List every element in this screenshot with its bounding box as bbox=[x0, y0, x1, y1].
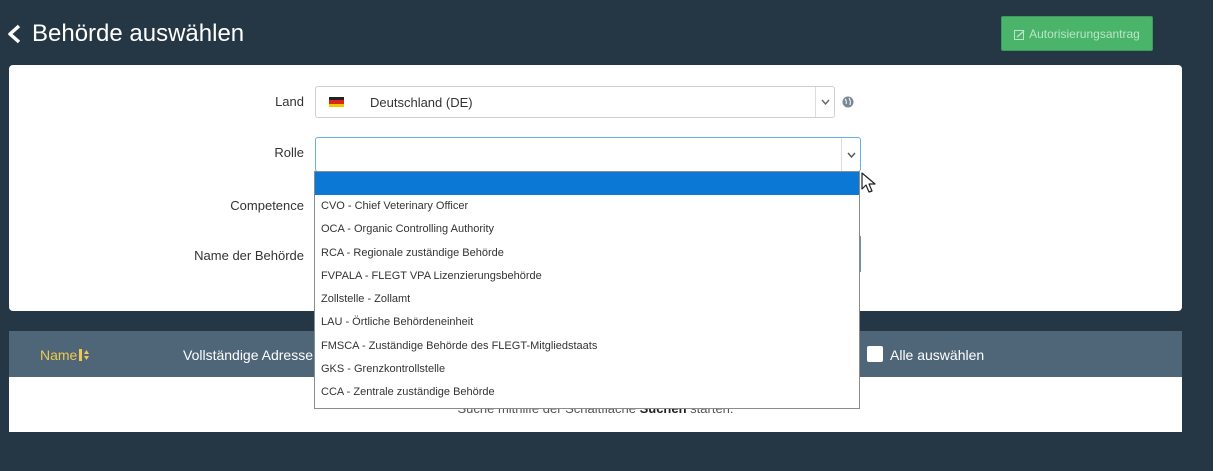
chevron-down-icon bbox=[846, 152, 856, 158]
mouse-pointer-icon bbox=[861, 172, 876, 193]
authorization-request-button[interactable]: Autorisierungsantrag bbox=[1001, 16, 1153, 51]
land-select-caret[interactable] bbox=[815, 87, 834, 117]
globe-icon[interactable] bbox=[842, 96, 854, 108]
name-column-label: Name bbox=[40, 347, 78, 363]
dropdown-option[interactable]: Zollstelle - Zollamt bbox=[315, 288, 859, 311]
dropdown-option[interactable]: CCA - Zentrale zuständige Behörde bbox=[315, 381, 859, 404]
dropdown-option[interactable] bbox=[315, 172, 859, 195]
sort-icon[interactable] bbox=[79, 348, 90, 362]
document-edit-icon bbox=[1014, 29, 1025, 40]
rolle-select[interactable] bbox=[315, 137, 861, 172]
select-all-label[interactable]: Alle auswählen bbox=[890, 347, 984, 363]
name-column-header[interactable]: Name bbox=[40, 347, 90, 363]
chevron-down-icon bbox=[820, 99, 830, 105]
germany-flag-icon bbox=[329, 97, 344, 107]
dropdown-option[interactable]: CVO - Chief Veterinary Officer bbox=[315, 195, 859, 218]
competence-label: Competence bbox=[230, 198, 304, 213]
dropdown-option[interactable]: OCA - Organic Controlling Authority bbox=[315, 218, 859, 241]
land-label: Land bbox=[275, 94, 304, 109]
dropdown-option[interactable]: RCA - Regionale zuständige Behörde bbox=[315, 242, 859, 265]
dropdown-option[interactable]: LAU - Örtliche Behördeneinheit bbox=[315, 311, 859, 334]
address-column-header[interactable]: Vollständige Adresse bbox=[183, 347, 313, 363]
app-frame: Behörde auswählen Autorisierungsantrag L… bbox=[0, 0, 1213, 471]
rolle-select-caret[interactable] bbox=[841, 138, 860, 171]
dropdown-option[interactable]: GKS - Grenzkontrollstelle bbox=[315, 358, 859, 381]
select-all-checkbox[interactable] bbox=[867, 346, 883, 362]
authorization-request-label: Autorisierungsantrag bbox=[1029, 27, 1140, 41]
rolle-dropdown-list: CVO - Chief Veterinary Officer OCA - Org… bbox=[314, 171, 860, 409]
dropdown-option[interactable]: FVPALA - FLEGT VPA Lizenzierungsbehörde bbox=[315, 265, 859, 288]
page-header: Behörde auswählen bbox=[4, 16, 244, 52]
page-title: Behörde auswählen bbox=[32, 20, 245, 47]
rolle-label: Rolle bbox=[274, 145, 304, 160]
back-chevron-icon[interactable] bbox=[4, 23, 26, 45]
land-select-value: Deutschland (DE) bbox=[370, 95, 473, 110]
land-select[interactable]: Deutschland (DE) bbox=[315, 86, 835, 118]
dropdown-option[interactable]: FMSCA - Zuständige Behörde des FLEGT-Mit… bbox=[315, 335, 859, 358]
authority-name-label: Name der Behörde bbox=[194, 248, 304, 263]
